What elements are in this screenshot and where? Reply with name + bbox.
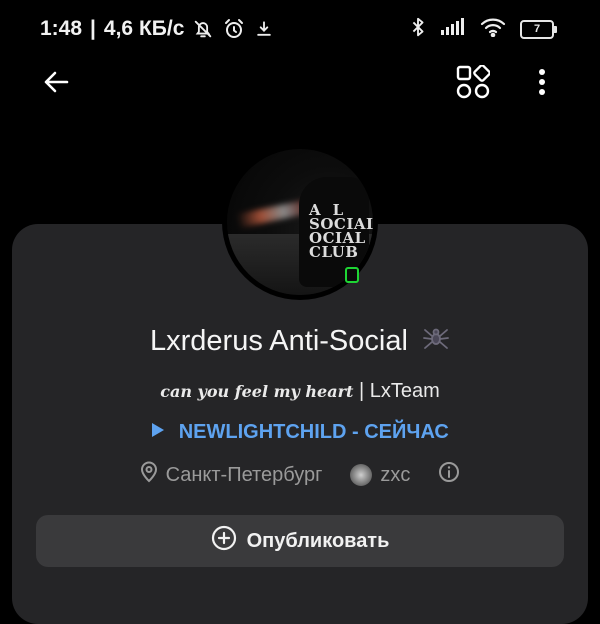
apps-grid-icon bbox=[456, 63, 491, 104]
status-bar: 1:48 | 4,6 КБ/с 7 bbox=[0, 0, 600, 58]
back-arrow-icon bbox=[42, 68, 70, 101]
apps-grid-button[interactable] bbox=[453, 63, 493, 104]
bio-styled-text: can you feel my heart bbox=[160, 382, 354, 401]
more-vert-icon bbox=[538, 68, 546, 101]
spider-icon bbox=[422, 325, 450, 359]
avatar-photo-hoodie-print: A L SOCIAL OCIAL CLUB bbox=[309, 201, 373, 261]
bell-off-icon bbox=[192, 18, 214, 40]
battery-level: 7 bbox=[533, 23, 541, 35]
online-indicator-icon bbox=[345, 267, 359, 283]
avatar-photo-lights bbox=[236, 199, 308, 229]
bio-text: | LxTeam bbox=[358, 380, 440, 402]
status-separator: | bbox=[90, 17, 96, 40]
community-badge-icon bbox=[350, 464, 373, 486]
wifi-icon bbox=[480, 17, 506, 42]
signal-icon bbox=[440, 17, 466, 41]
app-bar bbox=[0, 58, 600, 106]
status-time: 1:48 bbox=[40, 17, 83, 40]
community-text: zxc bbox=[380, 463, 411, 486]
profile-info-row: Санкт-Петербург zxc bbox=[0, 461, 600, 489]
location-chip[interactable]: Санкт-Петербург bbox=[140, 461, 323, 489]
profile-music-link[interactable]: NEWLIGHTCHILD - СЕЙЧАС bbox=[0, 421, 600, 444]
music-track: NEWLIGHTCHILD - СЕЙЧАС bbox=[178, 421, 449, 443]
alarm-icon bbox=[222, 17, 246, 41]
location-pin-icon bbox=[140, 461, 158, 489]
publish-button[interactable]: Опубликовать bbox=[36, 515, 564, 567]
community-chip[interactable]: zxc bbox=[350, 464, 410, 487]
publish-label: Опубликовать bbox=[246, 529, 390, 552]
add-circle-icon bbox=[211, 525, 237, 557]
play-icon bbox=[151, 421, 165, 444]
more-options-button[interactable] bbox=[522, 64, 562, 104]
status-right: 7 bbox=[410, 14, 557, 44]
bluetooth-icon bbox=[410, 16, 426, 43]
download-icon bbox=[254, 19, 274, 39]
back-button[interactable] bbox=[36, 64, 76, 104]
info-icon[interactable] bbox=[438, 461, 460, 489]
battery-icon: 7 bbox=[520, 19, 557, 39]
profile-bio: can you feel my heart | LxTeam bbox=[0, 380, 600, 403]
location-text: Санкт-Петербург bbox=[165, 463, 323, 486]
status-left: 1:48 | 4,6 КБ/с bbox=[40, 14, 274, 44]
profile-name: Lxrderus Anti-Social bbox=[150, 325, 408, 357]
network-speed: 4,6 КБ/с bbox=[103, 17, 185, 40]
profile-name-row: Lxrderus Anti-Social bbox=[0, 325, 600, 359]
